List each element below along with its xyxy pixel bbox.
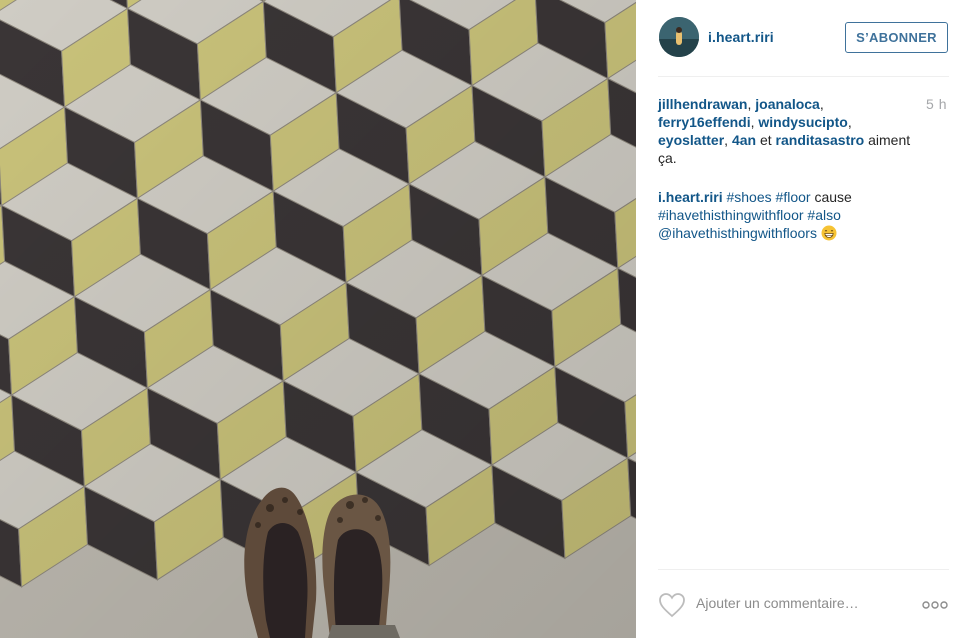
author-username[interactable]: i.heart.riri: [708, 29, 774, 45]
liker-link[interactable]: joanaloca: [755, 96, 820, 112]
liker-link[interactable]: windysucipto: [758, 114, 847, 130]
liker-link[interactable]: ferry16effendi: [658, 114, 751, 130]
likes-separator: ,: [819, 96, 824, 112]
avatar[interactable]: [659, 17, 699, 57]
likes-and-word: et: [756, 132, 776, 148]
likes-line: jillhendrawan, joanaloca, ferry16effendi…: [658, 95, 920, 167]
comment-input[interactable]: [696, 592, 911, 614]
post-header: i.heart.riri S’ABONNER: [658, 0, 949, 77]
caption-author-link[interactable]: i.heart.riri: [658, 189, 723, 205]
floor-tiles-photo: [0, 0, 636, 638]
comment-bar: [658, 569, 949, 638]
follow-button[interactable]: S’ABONNER: [845, 22, 948, 53]
liker-link[interactable]: eyoslatter: [658, 132, 724, 148]
post-photo[interactable]: [0, 0, 636, 638]
liker-link[interactable]: jillhendrawan: [658, 96, 747, 112]
likes-separator: ,: [847, 114, 852, 130]
liker-link[interactable]: randitasastro: [776, 132, 865, 148]
avatar-image: [659, 17, 699, 57]
more-options-icon[interactable]: [922, 598, 948, 610]
post-sidebar: i.heart.riri S’ABONNER jillhendrawan, jo…: [636, 0, 971, 638]
hashtag-link[interactable]: #also: [807, 207, 840, 223]
caption-text: cause: [810, 189, 852, 205]
grin-emoji-icon: [821, 225, 837, 241]
post-caption: i.heart.riri #shoes #floor cause #ihavet…: [658, 188, 938, 242]
mention-link[interactable]: @ihavethisthingwithfloors: [658, 225, 817, 241]
hashtag-link[interactable]: #floor: [776, 189, 811, 205]
hashtag-link[interactable]: #shoes: [726, 189, 771, 205]
heart-icon[interactable]: [658, 592, 686, 618]
post-timestamp[interactable]: 5 h: [926, 96, 947, 112]
hashtag-link[interactable]: #ihavethisthingwithfloor: [658, 207, 804, 223]
likes-separator: ,: [724, 132, 732, 148]
liker-link[interactable]: 4an: [732, 132, 756, 148]
